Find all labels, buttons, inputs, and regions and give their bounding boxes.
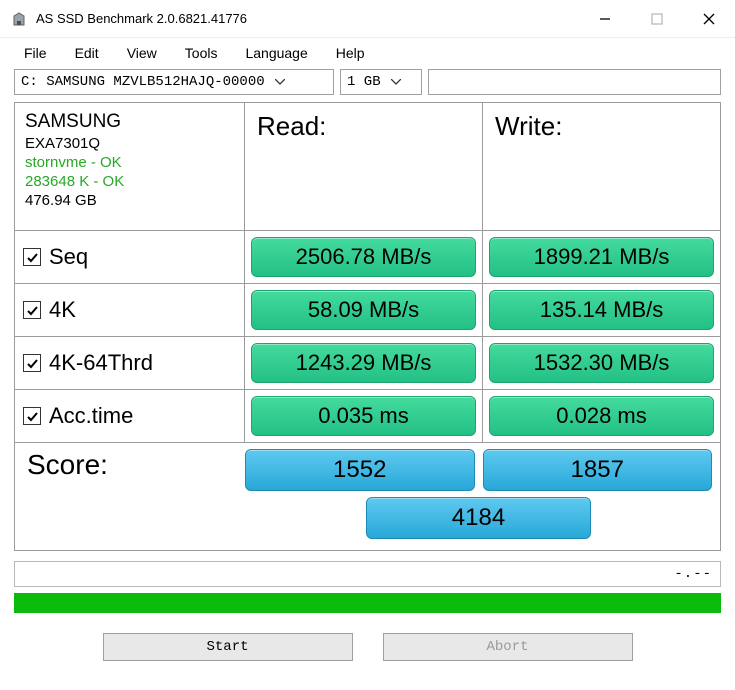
4k-read-value: 58.09 MB/s	[251, 290, 476, 330]
results-grid: SAMSUNG EXA7301Q stornvme - OK 283648 K …	[14, 102, 721, 551]
acc-checkbox[interactable]	[23, 407, 41, 425]
read-header: Read:	[245, 103, 483, 231]
abort-button: Abort	[383, 633, 633, 661]
4k-write-value: 135.14 MB/s	[489, 290, 714, 330]
seq-checkbox[interactable]	[23, 248, 41, 266]
4k64-read-cell: 1243.29 MB/s	[245, 337, 483, 390]
menu-tools[interactable]: Tools	[171, 41, 232, 65]
chevron-down-icon	[385, 79, 407, 85]
4k64-write-value: 1532.30 MB/s	[489, 343, 714, 383]
menu-edit[interactable]: Edit	[61, 41, 113, 65]
score-row: Score: 1552 1857 4184	[15, 443, 721, 551]
acc-label-text: Acc.time	[49, 403, 133, 429]
row-4k64-label: 4K-64Thrd	[15, 337, 245, 390]
acc-read-cell: 0.035 ms	[245, 390, 483, 443]
seq-read-cell: 2506.78 MB/s	[245, 231, 483, 284]
acc-write-cell: 0.028 ms	[483, 390, 721, 443]
menu-view[interactable]: View	[113, 41, 171, 65]
4k64-label-text: 4K-64Thrd	[49, 350, 153, 376]
4k-checkbox[interactable]	[23, 301, 41, 319]
menu-help[interactable]: Help	[322, 41, 379, 65]
filter-input[interactable]	[428, 69, 721, 95]
row-4k-label: 4K	[15, 284, 245, 337]
4k-write-cell: 135.14 MB/s	[483, 284, 721, 337]
window-title: AS SSD Benchmark 2.0.6821.41776	[36, 11, 247, 26]
bench-status-text: -.--	[674, 566, 712, 582]
close-button[interactable]	[683, 0, 735, 38]
4k-label-text: 4K	[49, 297, 76, 323]
4k64-write-cell: 1532.30 MB/s	[483, 337, 721, 390]
ssd-firmware: EXA7301Q	[25, 135, 234, 152]
4k64-read-value: 1243.29 MB/s	[251, 343, 476, 383]
row-acc-label: Acc.time	[15, 390, 245, 443]
drive-capacity: 476.94 GB	[25, 192, 234, 209]
seq-read-value: 2506.78 MB/s	[251, 237, 476, 277]
row-seq-label: Seq	[15, 231, 245, 284]
abort-button-label: Abort	[486, 639, 528, 655]
bench-status-box: -.--	[14, 561, 721, 587]
menu-language[interactable]: Language	[231, 41, 321, 65]
minimize-button[interactable]	[579, 0, 631, 38]
menu-file[interactable]: File	[10, 41, 61, 65]
score-write: 1857	[483, 449, 713, 491]
drive-select-value: C: SAMSUNG MZVLB512HAJQ-00000	[21, 74, 265, 90]
acc-write-value: 0.028 ms	[489, 396, 714, 436]
seq-write-value: 1899.21 MB/s	[489, 237, 714, 277]
4k64-checkbox[interactable]	[23, 354, 41, 372]
app-icon	[10, 10, 28, 28]
drive-info-cell: SAMSUNG EXA7301Q stornvme - OK 283648 K …	[15, 103, 245, 231]
start-button-label: Start	[206, 639, 248, 655]
app-window: AS SSD Benchmark 2.0.6821.41776 File Edi…	[0, 0, 735, 690]
button-row: Start Abort	[14, 633, 721, 661]
4k-read-cell: 58.09 MB/s	[245, 284, 483, 337]
seq-label-text: Seq	[49, 244, 88, 270]
content-area: SAMSUNG EXA7301Q stornvme - OK 283648 K …	[0, 102, 735, 661]
drive-select[interactable]: C: SAMSUNG MZVLB512HAJQ-00000	[14, 69, 334, 95]
chevron-down-icon	[269, 79, 291, 85]
progress-bar	[14, 593, 721, 613]
size-select[interactable]: 1 GB	[340, 69, 422, 95]
size-select-value: 1 GB	[347, 74, 381, 90]
ssd-model: SAMSUNG	[25, 111, 234, 133]
menubar: File Edit View Tools Language Help	[0, 38, 735, 68]
driver-status: stornvme - OK	[25, 154, 234, 171]
score-read: 1552	[245, 449, 475, 491]
acc-read-value: 0.035 ms	[251, 396, 476, 436]
seq-write-cell: 1899.21 MB/s	[483, 231, 721, 284]
titlebar: AS SSD Benchmark 2.0.6821.41776	[0, 0, 735, 38]
maximize-button[interactable]	[631, 0, 683, 38]
alignment-status: 283648 K - OK	[25, 173, 234, 190]
controls-row: C: SAMSUNG MZVLB512HAJQ-00000 1 GB	[0, 68, 735, 102]
score-total: 4184	[366, 497, 590, 539]
start-button[interactable]: Start	[103, 633, 353, 661]
write-header: Write:	[483, 103, 721, 231]
